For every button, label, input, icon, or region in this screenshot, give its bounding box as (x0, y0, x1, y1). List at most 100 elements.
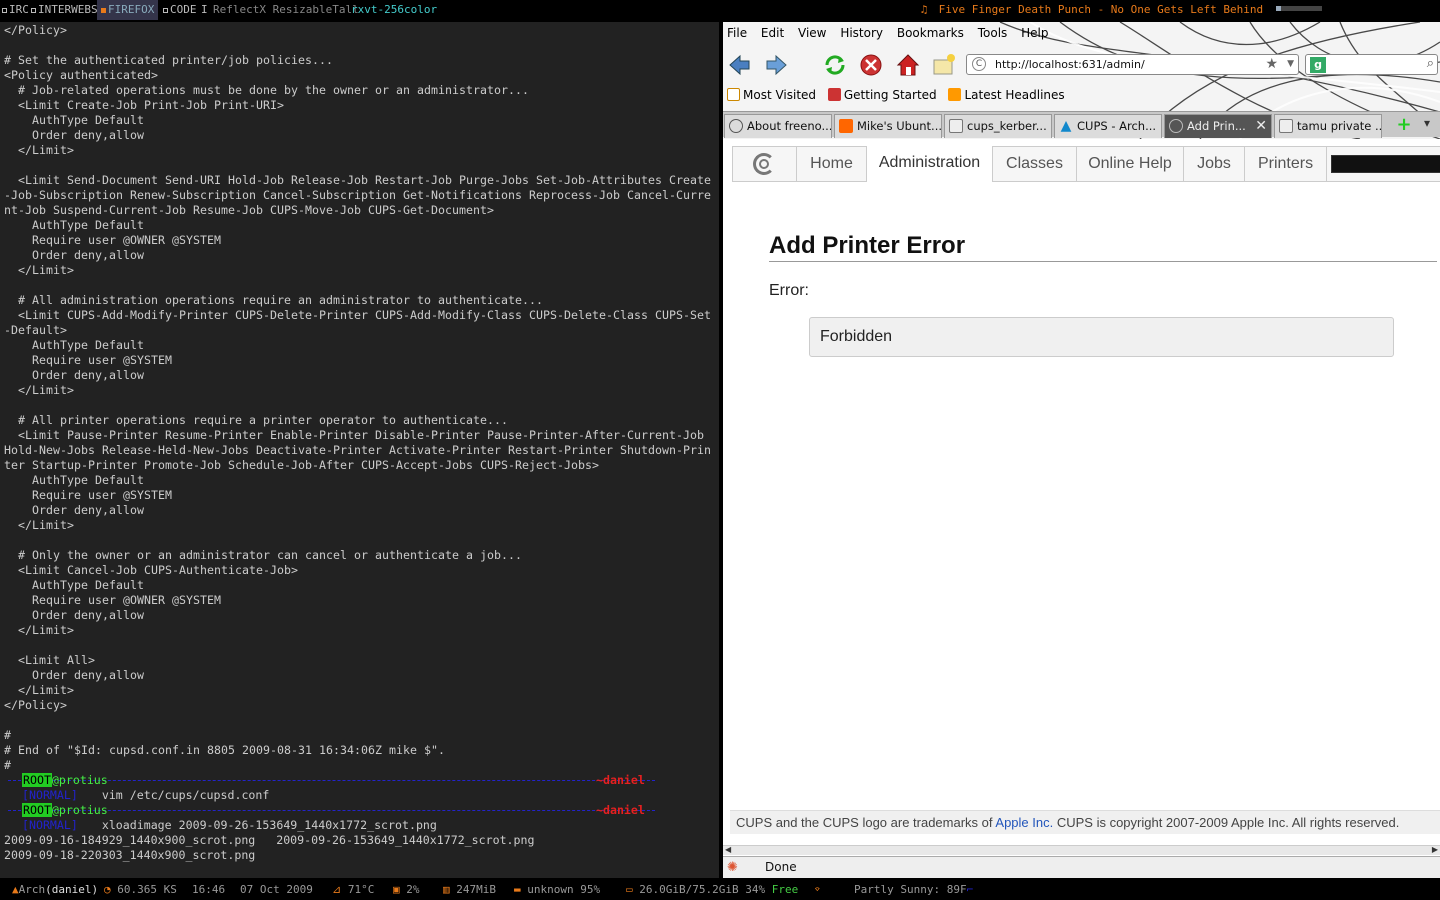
google-engine-icon[interactable]: g (1310, 57, 1326, 73)
cups-logo-icon[interactable] (733, 147, 797, 181)
tab-freenode[interactable]: About freeno... (724, 114, 832, 138)
menu-bookmarks[interactable]: Bookmarks (897, 26, 964, 40)
search-box[interactable]: g ⌕ (1305, 54, 1438, 75)
menu-help[interactable]: Help (1021, 26, 1048, 40)
url-bar[interactable]: C http://localhost:631/admin/ ★ ▼ (966, 54, 1299, 75)
shell-prompt: ROOT@protius ~daniel (4, 803, 715, 818)
bookmark-most-visited[interactable]: Most Visited (727, 88, 816, 102)
temperature: ⊿ 71°C (332, 880, 374, 900)
nav-online-help[interactable]: Online Help (1077, 147, 1184, 181)
page-title: Add Printer Error (769, 232, 1437, 262)
os-indicator: ▲Arch(daniel) (12, 880, 98, 900)
nav-administration[interactable]: Administration (866, 146, 993, 182)
search-icon[interactable]: ⌕ (1427, 56, 1434, 71)
blogger-icon (839, 119, 853, 133)
command-text: vim /etc/cups/cupsd.conf (101, 788, 270, 802)
home-icon[interactable] (895, 52, 921, 78)
tag-label: CODE (170, 3, 197, 16)
menu-view[interactable]: View (798, 26, 826, 40)
prompt-host: @protius (51, 773, 108, 787)
forward-arrow-icon[interactable] (763, 52, 789, 78)
bookmark-label: Latest Headlines (964, 88, 1065, 102)
tag-interwebs[interactable]: INTERWEBS (31, 0, 98, 20)
menu-edit[interactable]: Edit (761, 26, 784, 40)
bookmark-star-icon[interactable]: ★ (1265, 55, 1278, 74)
web-page: Home Administration Classes Online Help … (723, 139, 1440, 839)
bookmark-label: Getting Started (843, 88, 937, 102)
horizontal-scrollbar[interactable]: ◀ ▶ (723, 845, 1440, 855)
tab-label: Add Prin... (1187, 119, 1246, 133)
folder-icon (727, 88, 740, 101)
footer-text: CUPS is copyright 2007-2009 Apple Inc. A… (1053, 815, 1400, 830)
terminal-window[interactable]: </Policy> # Set the authenticated printe… (0, 22, 719, 878)
stop-icon[interactable] (858, 52, 884, 78)
tab-tamu-private[interactable]: tamu private ... (1274, 114, 1382, 138)
scroll-right-arrow-icon[interactable]: ▶ (1432, 845, 1438, 854)
rss-icon (948, 88, 962, 101)
tag-code[interactable]: CODE (163, 0, 197, 20)
prompt-dir: ~daniel (596, 773, 645, 787)
tag-irc[interactable]: IRC (2, 0, 29, 20)
tab-ubuntu-blog[interactable]: Mike's Ubunt... (834, 114, 942, 138)
bookmark-getting-started[interactable]: Getting Started (827, 88, 937, 102)
tab-bar: About freeno... Mike's Ubunt... cups_ker… (723, 111, 1440, 138)
prompt-user: ROOT (22, 773, 52, 787)
menu-file[interactable]: File (727, 26, 747, 40)
tag-label: INTERWEBS (38, 3, 98, 16)
close-tab-icon[interactable]: ✕ (1255, 115, 1267, 137)
nav-printers[interactable]: Printers (1245, 147, 1327, 181)
tab-label: Mike's Ubunt... (857, 119, 942, 133)
nav-classes[interactable]: Classes (993, 147, 1077, 181)
user-name: (daniel) (45, 883, 99, 896)
tab-cups-arch[interactable]: ▲ CUPS - Arch... (1054, 114, 1162, 138)
site-identity-icon[interactable]: C (972, 57, 986, 71)
cpu-usage: ▣ 2% (393, 880, 420, 900)
tag-indicator-icon (163, 8, 168, 13)
now-playing-track: Five Finger Death Punch - No One Gets Le… (938, 3, 1264, 16)
apple-link[interactable]: Apple Inc. (995, 815, 1053, 830)
prompt-dir: ~daniel (596, 803, 645, 817)
memory-icon: ▥ (443, 883, 450, 896)
tab-add-printer[interactable]: Add Prin... ✕ (1164, 114, 1272, 138)
nav-home[interactable]: Home (797, 147, 867, 181)
rss-feed-icon[interactable] (931, 52, 957, 78)
playback-progress (1275, 6, 1322, 11)
clock-icon: ◔ (104, 883, 111, 896)
cups-search-input[interactable] (1331, 155, 1440, 173)
wifi-status: ⌔ (814, 880, 821, 900)
bottom-status-bar: ▲Arch(daniel) ◔ 60.365 KS 16:46 07 Oct 2… (0, 880, 1440, 900)
time: 16:46 (192, 883, 226, 896)
command-line: [NORMAL] xloadimage 2009-09-26-153649_144… (4, 818, 715, 833)
uptime-value: 60.365 KS (117, 883, 177, 896)
scroll-left-arrow-icon[interactable]: ◀ (725, 845, 731, 854)
tab-favicon (1279, 119, 1293, 133)
browser-status-bar: ✺ Done (723, 856, 1440, 878)
uptime: ◔ 60.365 KS (104, 880, 177, 900)
bookmark-latest-headlines[interactable]: Latest Headlines (948, 88, 1065, 102)
cupsd-conf-text: </Policy> # Set the authenticated printe… (4, 23, 712, 772)
tag-indicator-icon (2, 8, 7, 13)
back-arrow-icon[interactable] (727, 52, 753, 78)
reload-icon[interactable] (822, 52, 848, 78)
battery-icon: ▬ (514, 883, 521, 896)
arch-logo-icon: ▲ (1060, 118, 1072, 134)
firefox-window: File Edit View History Bookmarks Tools H… (723, 22, 1440, 878)
url-history-dropdown-icon[interactable]: ▼ (1287, 55, 1294, 74)
firebug-icon[interactable]: ✺ (727, 860, 743, 876)
window-flags: ReflectX ResizableTall (213, 3, 359, 16)
url-text[interactable]: http://localhost:631/admin/ (995, 58, 1145, 71)
menu-tools[interactable]: Tools (978, 26, 1008, 40)
tab-cups-kerberos[interactable]: cups_kerber... (944, 114, 1052, 138)
now-playing: ♫ Five Finger Death Punch - No One Gets … (916, 0, 1440, 20)
new-tab-plus-icon[interactable]: + (1394, 116, 1414, 136)
tag-firefox[interactable]: FIREFOX (97, 0, 159, 20)
tab-favicon (1169, 119, 1183, 133)
tab-label: tamu private ... (1297, 119, 1382, 133)
tab-list-chevron-icon[interactable]: ▾ (1417, 116, 1437, 136)
memory-usage: ▥ 247MiB (443, 880, 496, 900)
cpu-value: 2% (406, 883, 420, 896)
prompt-user: ROOT (22, 803, 52, 817)
tab-favicon (949, 119, 963, 133)
nav-jobs[interactable]: Jobs (1184, 147, 1245, 181)
menu-history[interactable]: History (840, 26, 883, 40)
